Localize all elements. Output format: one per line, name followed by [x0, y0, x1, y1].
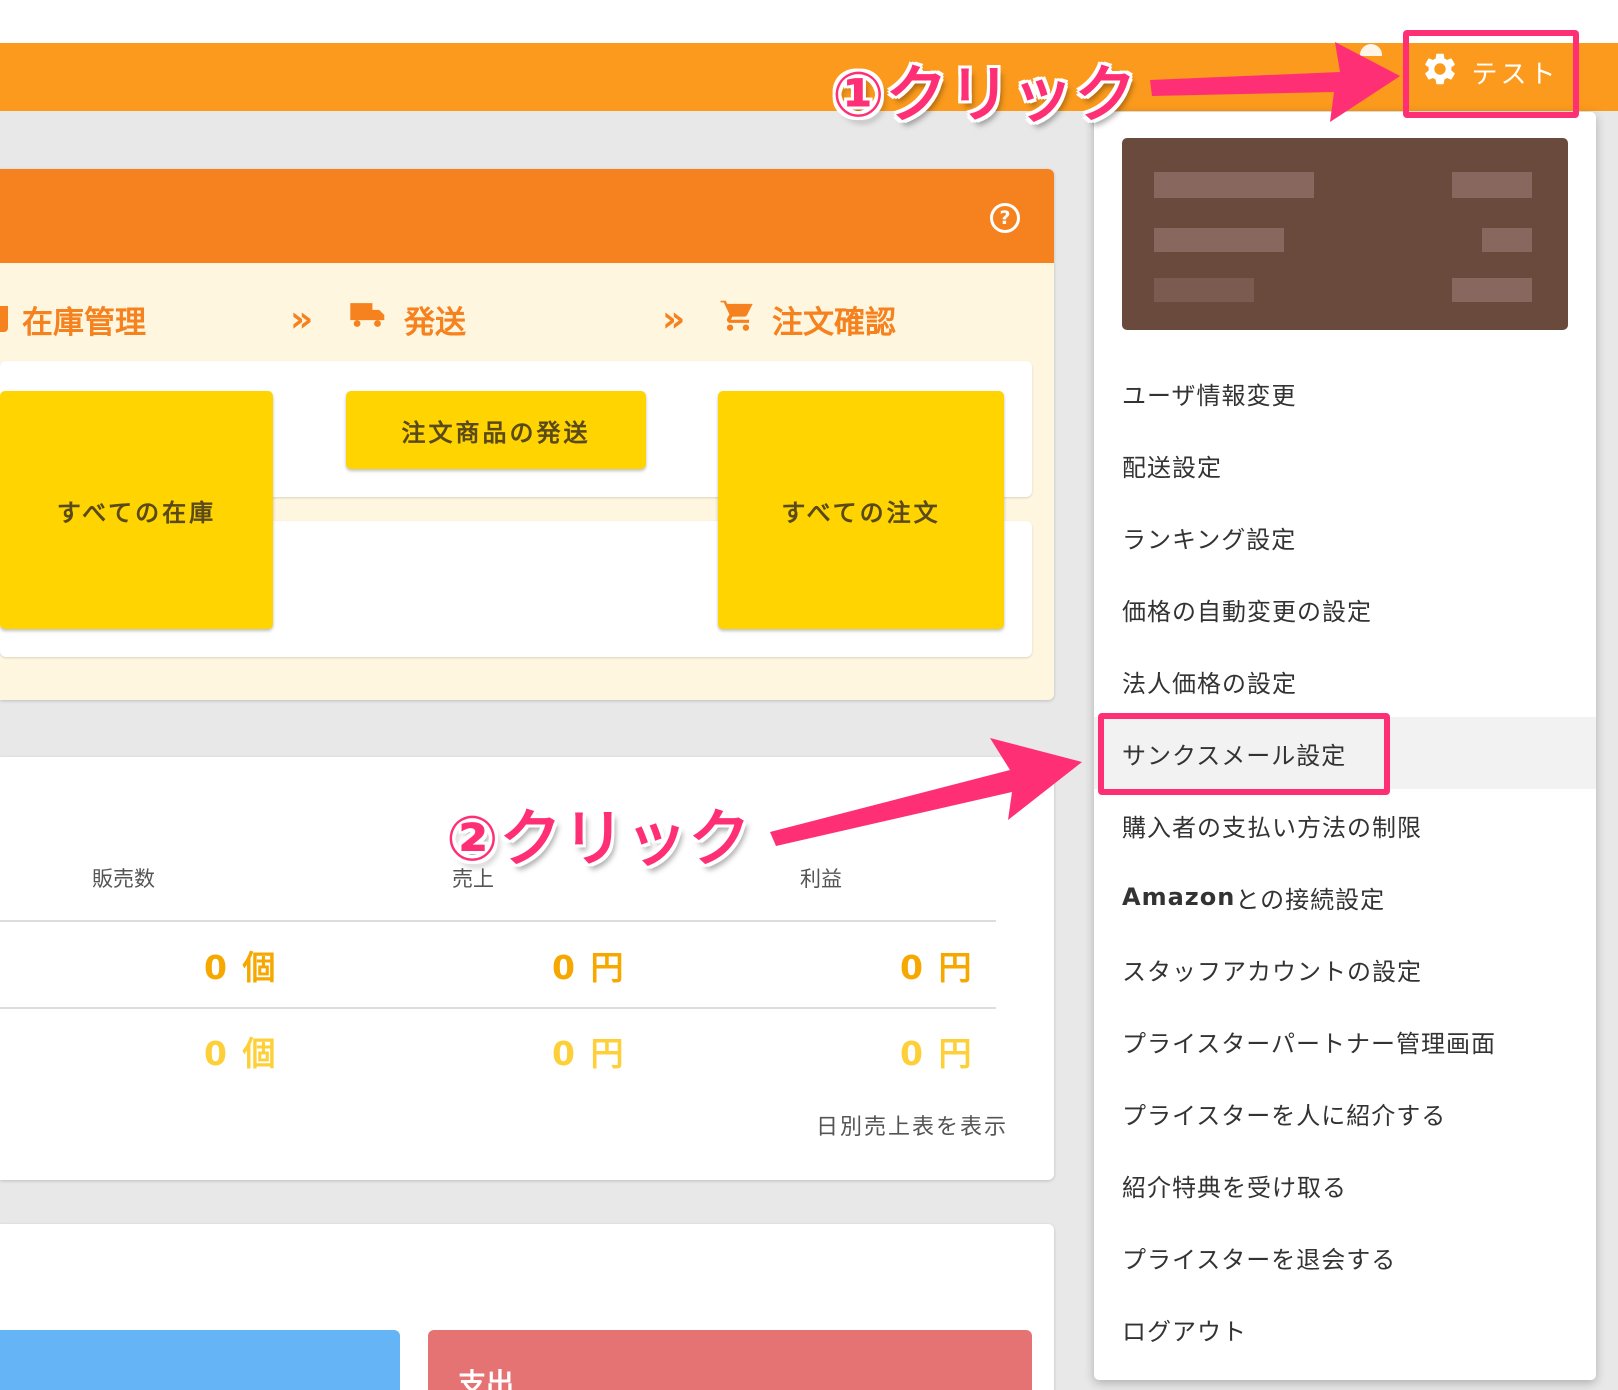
- expense-panel: 支出: [428, 1330, 1032, 1390]
- profit-value-row2: 0 円: [900, 1034, 974, 1073]
- menu-item-label: 購入者の支払い方法の制限: [1122, 813, 1422, 842]
- amazon-label: Amazon: [1122, 883, 1236, 911]
- truck-icon: [348, 298, 390, 340]
- revenue-value-row2: 0 円: [552, 1034, 626, 1073]
- menu-item-referral-reward[interactable]: 紹介特典を受け取る: [1094, 1149, 1596, 1221]
- revenue-value-row1: 0 円: [552, 948, 626, 987]
- menu-item-partner-admin[interactable]: プライスターパートナー管理画面: [1094, 1005, 1596, 1077]
- step-label: 発送: [404, 304, 466, 341]
- menu-item-label: プライスターを人に紹介する: [1122, 1101, 1447, 1130]
- menu-item-label: 価格の自動変更の設定: [1122, 597, 1372, 626]
- annotation-step1: ①クリック: [832, 58, 1138, 131]
- step-label: 在庫管理: [22, 304, 146, 341]
- balance-card: 支出: [0, 1224, 1054, 1390]
- menu-item-logout[interactable]: ログアウト: [1094, 1293, 1596, 1365]
- top-strip: [0, 0, 1618, 43]
- step-shipping[interactable]: 発送: [348, 297, 466, 341]
- workflow-card-header: ?: [0, 169, 1054, 263]
- menu-item-label: との接続設定: [1235, 885, 1386, 914]
- menu-item-auto-price[interactable]: 価格の自動変更の設定: [1094, 573, 1596, 645]
- menu-item-refer[interactable]: プライスターを人に紹介する: [1094, 1077, 1596, 1149]
- step-order-check[interactable]: 注文確認: [718, 297, 896, 341]
- menu-item-label: ランキング設定: [1122, 525, 1297, 554]
- menu-item-amazon-connection[interactable]: Amazon との接続設定: [1094, 861, 1596, 933]
- highlight-box-user-menu: [1403, 30, 1579, 118]
- ship-orders-button[interactable]: 注文商品の発送: [346, 391, 646, 469]
- step-stock-management[interactable]: 在庫管理: [0, 297, 146, 341]
- ship-orders-label: 注文商品の発送: [401, 418, 591, 447]
- menu-item-label: ユーザ情報変更: [1122, 381, 1297, 410]
- all-orders-button[interactable]: すべての注文: [718, 391, 1004, 629]
- menu-item-payment-restriction[interactable]: 購入者の支払い方法の制限: [1094, 789, 1596, 861]
- units-value-row2: 0 個: [204, 1034, 278, 1073]
- chevron-right-icon: »: [290, 299, 313, 340]
- highlight-box-thanks-mail: [1098, 713, 1390, 795]
- expense-label: 支出: [458, 1367, 515, 1390]
- menu-item-label: ログアウト: [1122, 1317, 1247, 1346]
- menu-item-label: プライスターを退会する: [1122, 1245, 1397, 1274]
- help-icon[interactable]: ?: [990, 203, 1020, 233]
- column-header-units: 販売数: [92, 867, 155, 891]
- all-stock-button[interactable]: すべての在庫: [0, 391, 273, 629]
- menu-item-label: プライスターパートナー管理画面: [1122, 1029, 1497, 1058]
- menu-item-user-info[interactable]: ユーザ情報変更: [1094, 357, 1596, 429]
- menu-item-label: 配送設定: [1122, 453, 1222, 482]
- column-header-profit: 利益: [800, 867, 842, 891]
- menu-item-ranking-settings[interactable]: ランキング設定: [1094, 501, 1596, 573]
- menu-item-corporate-price[interactable]: 法人価格の設定: [1094, 645, 1596, 717]
- units-value-row1: 0 個: [204, 948, 278, 987]
- menu-item-unsubscribe[interactable]: プライスターを退会する: [1094, 1221, 1596, 1293]
- annotation-step2: ②クリック: [446, 802, 752, 875]
- box-icon: [0, 306, 8, 332]
- all-stock-label: すべての在庫: [56, 498, 217, 527]
- income-panel: [0, 1330, 400, 1390]
- menu-item-staff-account[interactable]: スタッフアカウントの設定: [1094, 933, 1596, 1005]
- all-orders-label: すべての注文: [781, 498, 941, 527]
- menu-item-shipping-settings[interactable]: 配送設定: [1094, 429, 1596, 501]
- profile-card-redacted: [1122, 138, 1568, 330]
- cart-icon: [718, 296, 758, 342]
- menu-item-label: 紹介特典を受け取る: [1122, 1173, 1347, 1202]
- divider: [0, 1007, 996, 1009]
- step-label: 注文確認: [772, 304, 896, 341]
- divider: [0, 920, 996, 922]
- chevron-right-icon: »: [662, 299, 685, 340]
- menu-item-label: スタッフアカウントの設定: [1122, 957, 1422, 986]
- menu-item-label: 法人価格の設定: [1122, 669, 1297, 698]
- daily-sales-link[interactable]: 日別売上表を表示: [816, 1109, 1008, 1141]
- workflow-card: ? 在庫管理 » 発送 » 注文確認 すべての在庫 注文商品の発送 すべての注文: [0, 169, 1054, 700]
- profit-value-row1: 0 円: [900, 948, 974, 987]
